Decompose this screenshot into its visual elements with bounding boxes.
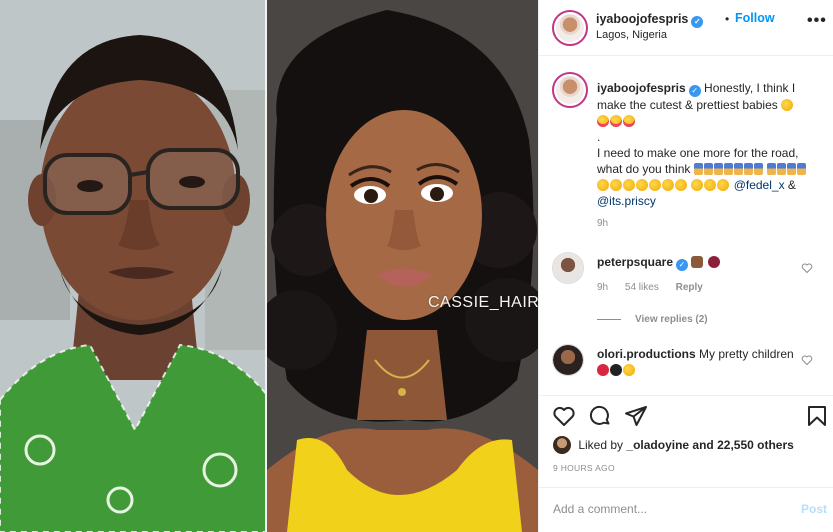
photo-woman [267, 0, 538, 532]
runner-emoji-icon [753, 163, 763, 175]
liker-avatar[interactable] [553, 436, 571, 454]
runner-emoji-icon [693, 163, 703, 175]
post-actions [539, 395, 833, 435]
smiling-emoji-icon [636, 179, 648, 191]
woman-illustration [267, 0, 538, 532]
photo-watermark: CASSIE_HAIR [428, 294, 538, 311]
photo-man [0, 0, 267, 532]
runner-emoji-icon [723, 163, 733, 175]
post-header: iyaboojofespris ✓ • Follow Lagos, Nigeria… [539, 0, 833, 56]
author-avatar[interactable] [552, 10, 588, 46]
heart-icon[interactable] [552, 404, 576, 428]
smiling-emoji-icon [610, 179, 622, 191]
post-photo[interactable]: CASSIE_HAIR [0, 0, 538, 532]
follow-button[interactable]: Follow [735, 11, 775, 25]
likes-count[interactable]: and 22,550 others [692, 438, 793, 452]
verified-icon: ✓ [676, 259, 689, 271]
view-replies-label[interactable]: View replies (2) [635, 314, 708, 325]
smiling-emoji-icon [691, 179, 704, 191]
smiling-emoji-icon [623, 179, 635, 191]
smiling-emoji-icon [675, 179, 687, 191]
comment-time[interactable]: 9h [597, 282, 608, 293]
verified-icon: ✓ [688, 85, 701, 97]
instagram-post-view: CASSIE_HAIR iyaboojofespris ✓ • Follow La… [0, 0, 833, 532]
commenter-username[interactable]: olori.productions [597, 347, 696, 361]
mention-link[interactable]: @its.priscy [597, 194, 656, 208]
caption-avatar[interactable] [552, 72, 588, 108]
post-side-panel: iyaboojofespris ✓ • Follow Lagos, Nigeria… [538, 0, 833, 532]
runner-emoji-icon [767, 163, 777, 175]
runner-emoji-icon [797, 163, 807, 175]
smiling-emoji-icon [649, 179, 661, 191]
caption-time[interactable]: 9h [597, 218, 608, 229]
caption-text: iyaboojofespris ✓ Honestly, I think I mak… [597, 80, 823, 209]
black-heart-emoji-icon [610, 364, 622, 376]
likes-prefix: Liked by [578, 438, 624, 452]
lips-emoji-icon [597, 364, 609, 376]
commenter-avatar[interactable] [552, 344, 584, 376]
commenter-username[interactable]: peterpsquare [597, 255, 673, 269]
runner-emoji-icon [713, 163, 723, 175]
share-icon[interactable] [624, 404, 648, 428]
runner-emoji-icon [777, 163, 787, 175]
heart-emoji-icon [707, 256, 720, 268]
like-comment-heart-icon[interactable] [801, 262, 813, 274]
mention-link[interactable]: @fedel_x [734, 178, 785, 192]
smiling-emoji-icon [781, 99, 794, 111]
runner-emoji-icon [733, 163, 743, 175]
smiling-emoji-icon [717, 179, 730, 191]
runner-emoji-icon [743, 163, 753, 175]
more-options-icon[interactable]: ••• [807, 12, 827, 30]
post-location[interactable]: Lagos, Nigeria [596, 29, 667, 41]
hearts-face-emoji-icon [623, 364, 635, 376]
comment-likes[interactable]: 54 likes [625, 282, 659, 293]
add-comment-bar: Post [539, 487, 833, 532]
caption-line-2: . [597, 130, 601, 144]
comment-icon[interactable] [588, 404, 612, 428]
author-username[interactable]: iyaboojofespris ✓ [596, 12, 704, 28]
caption-ampersand: & [787, 178, 796, 192]
runner-emoji-icon [787, 163, 797, 175]
comment-input[interactable] [553, 502, 773, 516]
view-replies-button[interactable]: View replies (2) [597, 314, 708, 325]
tongue-emoji-icon [597, 115, 609, 127]
view-replies-line [597, 318, 621, 320]
comment-text: peterpsquare ✓ [597, 254, 797, 271]
bookmark-icon[interactable] [805, 404, 829, 428]
smiling-emoji-icon [662, 179, 674, 191]
post-comment-button[interactable]: Post [801, 502, 827, 516]
tongue-emoji-icon [610, 115, 622, 127]
smiling-emoji-icon [597, 179, 609, 191]
likes-summary: Liked by _oladoyine and 22,550 others [553, 436, 794, 456]
caption-username[interactable]: iyaboojofespris [597, 81, 686, 95]
post-timestamp[interactable]: 9 HOURS AGO [553, 463, 615, 473]
like-comment-heart-icon[interactable] [801, 354, 813, 366]
runner-emoji-icon [703, 163, 713, 175]
author-username-text[interactable]: iyaboojofespris [596, 12, 688, 26]
reply-button[interactable]: Reply [676, 282, 703, 293]
comment-body: My pretty children [699, 347, 794, 361]
comment-meta: 9h 54 likes Reply [597, 282, 717, 293]
comment-text: olori.productions My pretty children [597, 346, 797, 378]
tongue-emoji-icon [623, 115, 635, 127]
thumbs-up-emoji-icon [691, 256, 704, 268]
separator-dot: • [725, 12, 730, 26]
verified-icon: ✓ [691, 16, 704, 28]
smiling-emoji-icon [704, 179, 717, 191]
liker-username[interactable]: _oladoyine [626, 438, 689, 452]
commenter-avatar[interactable] [552, 252, 584, 284]
man-illustration [0, 0, 267, 532]
